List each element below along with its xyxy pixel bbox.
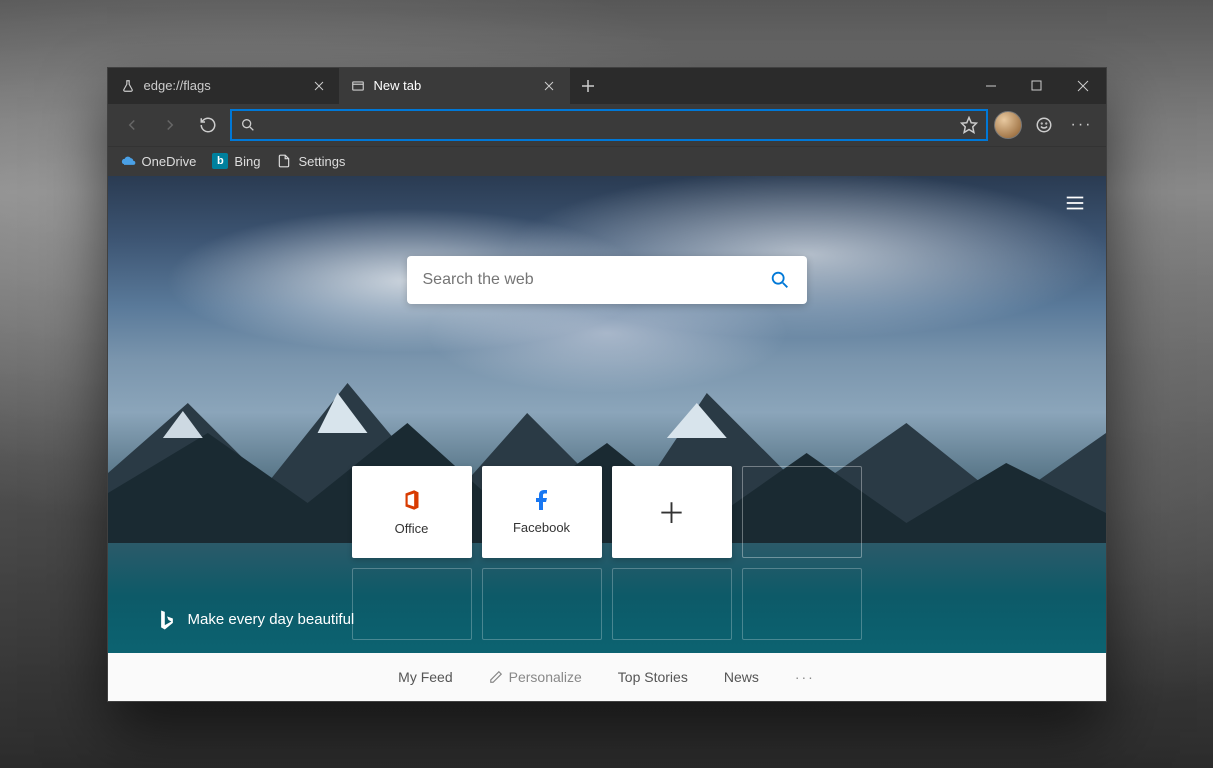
plus-icon: ＋: [657, 492, 685, 532]
search-icon: [240, 117, 256, 133]
favorite-onedrive[interactable]: OneDrive: [120, 153, 197, 169]
profile-avatar[interactable]: [994, 111, 1022, 139]
feed-topstories[interactable]: Top Stories: [618, 669, 688, 685]
feed-bar: My Feed Personalize Top Stories News ···: [108, 653, 1106, 701]
tile-empty[interactable]: [742, 466, 862, 558]
web-search-input[interactable]: [423, 271, 769, 289]
tile-reflection: [482, 568, 602, 640]
tab-title: edge://flags: [144, 78, 211, 93]
maximize-button[interactable]: [1014, 68, 1060, 104]
favorite-label: Settings: [298, 154, 345, 169]
feed-more-button[interactable]: ···: [795, 669, 815, 685]
newtab-icon: [350, 78, 366, 94]
page-menu-button[interactable]: [1064, 192, 1086, 214]
feed-label: Personalize: [509, 669, 582, 685]
new-tab-button[interactable]: [570, 68, 606, 104]
tab-newtab[interactable]: New tab: [340, 68, 570, 104]
feed-myfeed[interactable]: My Feed: [398, 669, 452, 685]
favorite-settings[interactable]: Settings: [276, 153, 345, 169]
tile-label: Facebook: [513, 520, 570, 535]
bing-icon: b: [212, 153, 228, 169]
favorite-bing[interactable]: b Bing: [212, 153, 260, 169]
feed-label: My Feed: [398, 669, 452, 685]
feed-personalize[interactable]: Personalize: [489, 669, 582, 685]
top-sites-grid: Office Facebook ＋: [352, 466, 862, 640]
feed-label: News: [724, 669, 759, 685]
favorite-label: Bing: [234, 154, 260, 169]
search-icon[interactable]: [769, 269, 791, 291]
tile-add[interactable]: ＋: [612, 466, 732, 558]
feed-label: Top Stories: [618, 669, 688, 685]
tile-reflection: [612, 568, 732, 640]
back-button[interactable]: [116, 109, 148, 141]
tile-reflection: [742, 568, 862, 640]
favorite-star-icon[interactable]: [960, 116, 978, 134]
forward-button[interactable]: [154, 109, 186, 141]
tile-reflection: [352, 568, 472, 640]
refresh-button[interactable]: [192, 109, 224, 141]
web-search-box[interactable]: [407, 256, 807, 304]
address-bar[interactable]: [230, 109, 988, 141]
facebook-icon: [530, 488, 554, 512]
bing-tagline: Make every day beautiful: [158, 609, 355, 631]
tab-strip: edge://flags New tab: [108, 68, 1106, 104]
minimize-button[interactable]: [968, 68, 1014, 104]
office-icon: [399, 487, 425, 513]
toolbar: ···: [108, 104, 1106, 146]
tab-flags[interactable]: edge://flags: [110, 68, 340, 104]
tab-close-button[interactable]: [539, 76, 559, 96]
favorite-label: OneDrive: [142, 154, 197, 169]
tab-title: New tab: [374, 78, 422, 93]
close-window-button[interactable]: [1060, 68, 1106, 104]
browser-window: edge://flags New tab: [107, 67, 1107, 702]
favorites-bar: OneDrive b Bing Settings: [108, 146, 1106, 176]
newtab-page: Office Facebook ＋ Make every day beautif…: [108, 176, 1106, 701]
tab-close-button[interactable]: [309, 76, 329, 96]
pencil-icon: [489, 670, 503, 684]
flask-icon: [120, 78, 136, 94]
page-icon: [276, 153, 292, 169]
tile-facebook[interactable]: Facebook: [482, 466, 602, 558]
tile-office[interactable]: Office: [352, 466, 472, 558]
tile-label: Office: [395, 521, 429, 536]
tagline-text: Make every day beautiful: [188, 611, 355, 628]
onedrive-icon: [120, 153, 136, 169]
feedback-smiley-icon[interactable]: [1028, 109, 1060, 141]
address-input[interactable]: [264, 117, 952, 133]
window-controls: [968, 68, 1106, 104]
settings-more-button[interactable]: ···: [1066, 109, 1098, 141]
feed-news[interactable]: News: [724, 669, 759, 685]
bing-logo-icon: [158, 609, 176, 631]
